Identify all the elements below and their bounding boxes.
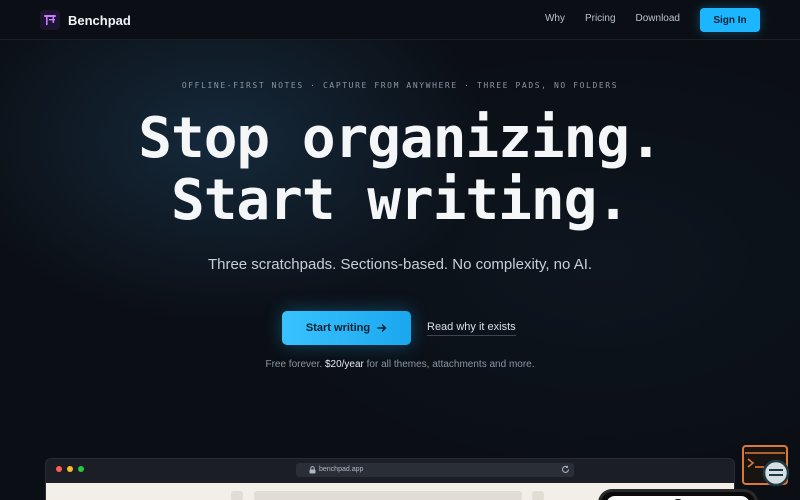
maximize-dot-icon [78, 466, 84, 472]
main-nav: Why Pricing Download [545, 13, 680, 24]
hero-subtitle: Three scratchpads. Sections-based. No co… [207, 256, 593, 273]
pricing-prefix: Free forever. [265, 359, 323, 370]
brand-logo[interactable]: Benchpad [40, 10, 131, 30]
close-dot-icon [56, 466, 62, 472]
nav-link-why[interactable]: Why [545, 13, 565, 24]
cta-row: Start writing Read why it exists [282, 311, 516, 345]
reload-icon [562, 465, 569, 473]
window-controls [56, 466, 84, 472]
headline-line-2: Start writing. [170, 168, 630, 233]
nav-link-pricing[interactable]: Pricing [585, 13, 616, 24]
terminal-chat-icon[interactable] [742, 445, 790, 489]
start-writing-button[interactable]: Start writing [282, 311, 411, 345]
pricing-note: Free forever. $20/year for all themes, a… [0, 359, 800, 370]
headline-line-1: Stop organizing. [138, 106, 662, 171]
toolbar-placeholder-icon [231, 491, 243, 500]
pricing-suffix: for all themes, attachments and more. [366, 359, 535, 370]
hero-background-glow [0, 0, 800, 500]
sign-in-button[interactable]: Sign In [700, 8, 760, 32]
nav-link-download[interactable]: Download [636, 13, 680, 24]
hero-headline: Stop organizing. Start writing. [0, 108, 800, 232]
top-navigation-bar: Benchpad Why Pricing Download Sign In [0, 0, 800, 40]
read-why-link[interactable]: Read why it exists [427, 321, 516, 336]
pricing-price: $20/year [324, 359, 364, 370]
phone-preview [598, 489, 758, 500]
minimize-dot-icon [67, 466, 73, 472]
toolbar-placeholder-bar [254, 491, 522, 500]
brand-name: Benchpad [68, 12, 131, 28]
url-bar: benchpad.app [296, 463, 574, 477]
lock-icon [309, 466, 316, 474]
url-text: benchpad.app [319, 466, 364, 473]
toolbar-placeholder-icon [532, 491, 544, 500]
start-writing-label: Start writing [305, 322, 371, 334]
notepad-icon [40, 10, 60, 30]
arrow-right-icon [377, 324, 387, 332]
hero-tagline: OFFLINE-FIRST NOTES · CAPTURE FROM ANYWH… [181, 81, 619, 90]
